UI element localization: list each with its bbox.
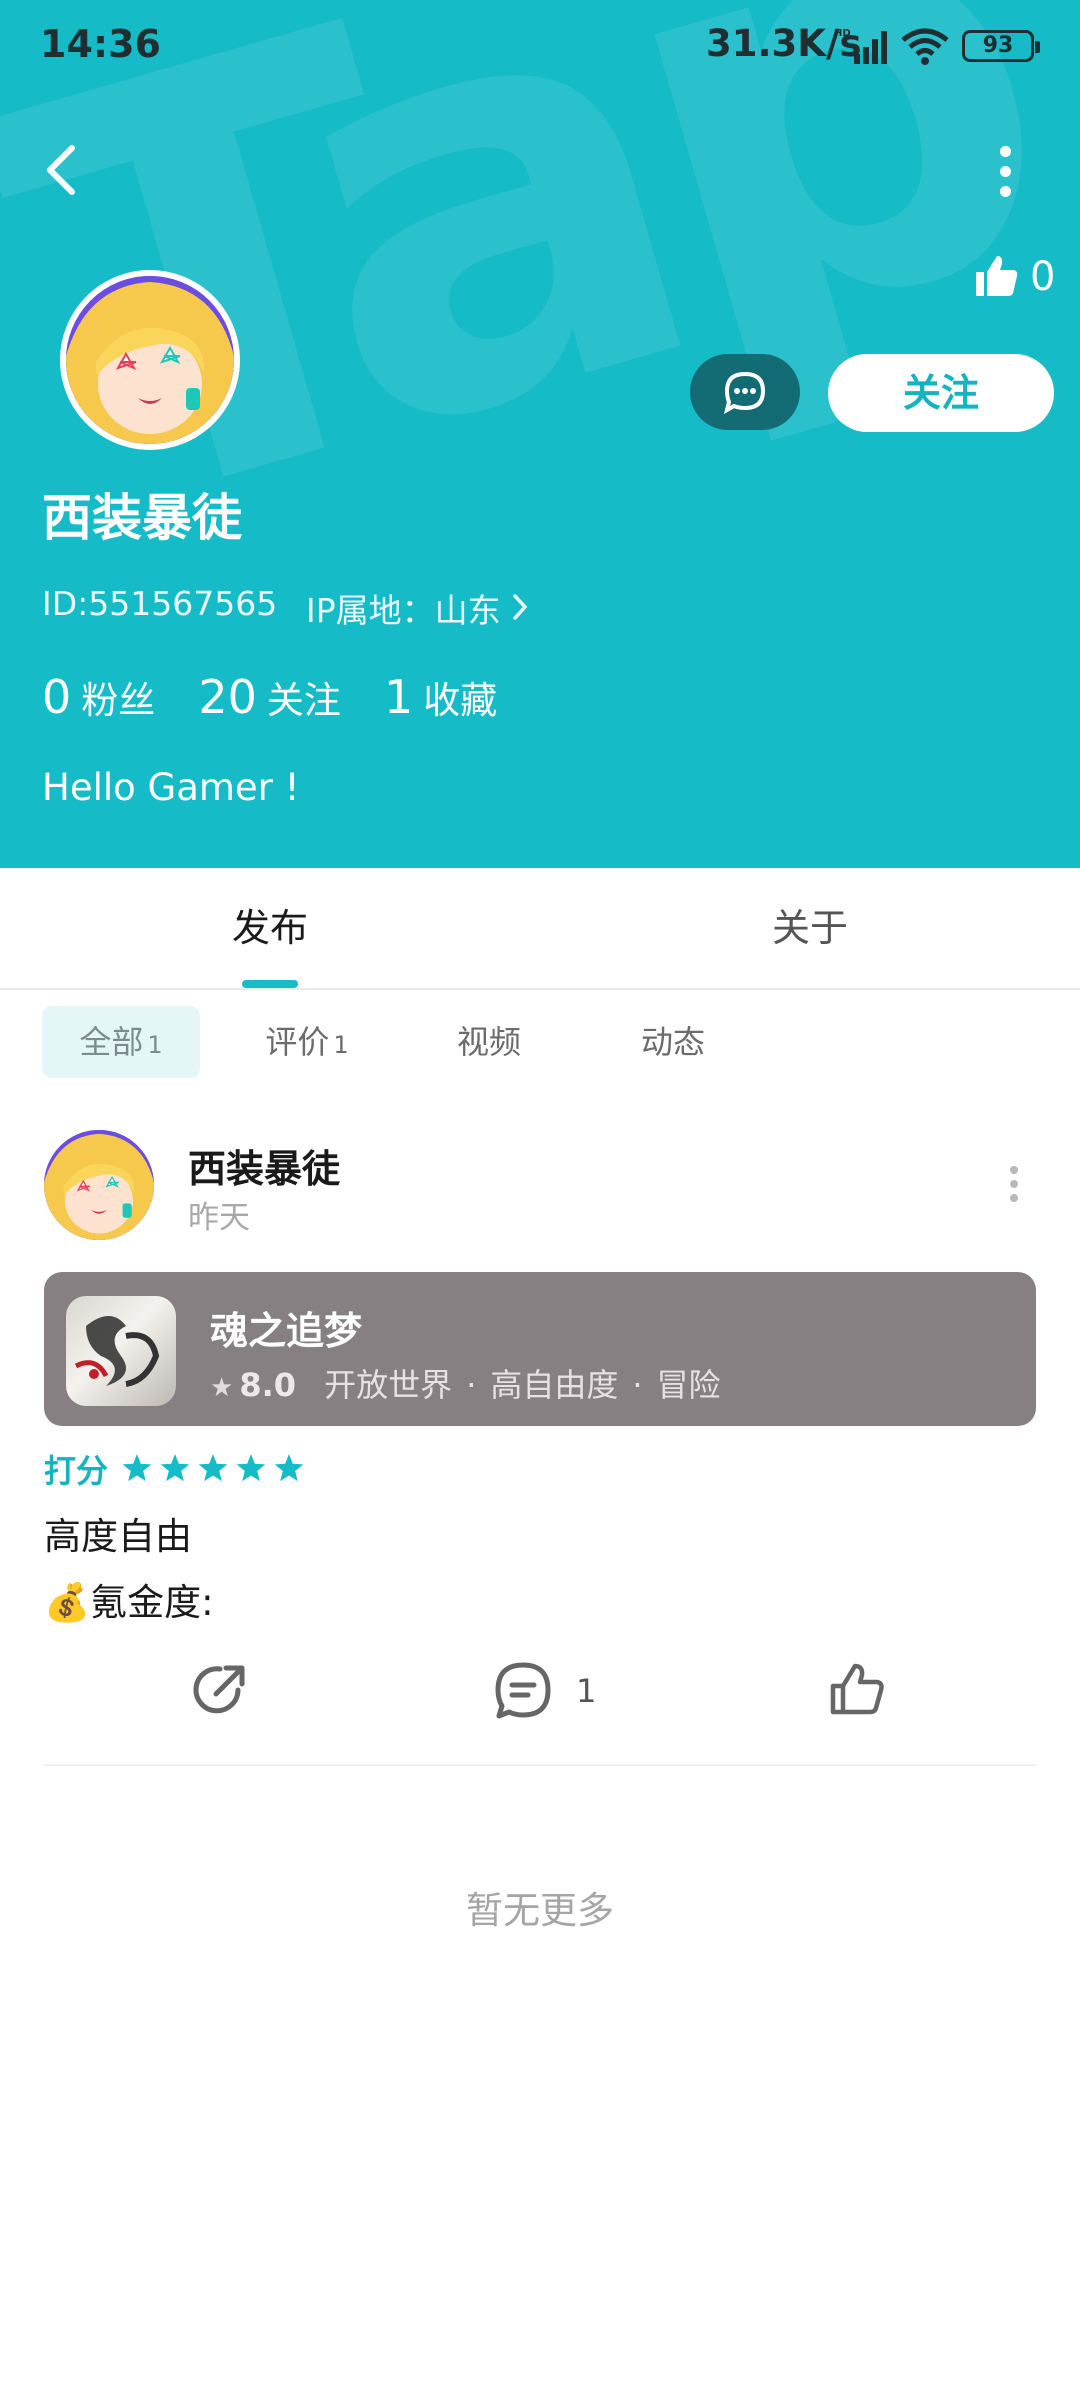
sub-tab-bar: 全部 1 评价 1 视频 动态 xyxy=(0,1006,1080,1078)
thumbs-up-icon xyxy=(976,256,1018,296)
game-title: 魂之追梦 xyxy=(210,1309,363,1353)
rating-star-icon xyxy=(198,1454,228,1482)
share-button[interactable] xyxy=(190,1660,260,1730)
share-icon xyxy=(193,1665,245,1714)
score-label: 打分 xyxy=(44,1452,109,1490)
status-time: 14:36 xyxy=(40,22,161,66)
stat-following[interactable]: 20 关注 xyxy=(198,670,341,724)
score-row: 打分 xyxy=(44,1446,319,1496)
post-more-options-icon[interactable] xyxy=(1004,1166,1024,1206)
avatar-illustration xyxy=(44,1130,154,1240)
game-rating: 8.0 xyxy=(239,1366,296,1404)
chevron-right-icon[interactable] xyxy=(510,592,530,622)
post-author-avatar[interactable] xyxy=(44,1130,154,1240)
rating-star-icon xyxy=(236,1454,266,1482)
battery-icon: 93 xyxy=(962,30,1040,62)
post-timestamp: 昨天 xyxy=(188,1200,250,1236)
svg-text:HD: HD xyxy=(834,28,851,39)
rating-star-icon xyxy=(122,1454,152,1482)
profile-like-button[interactable]: 0 xyxy=(972,248,1062,308)
profile-username: 西装暴徒 xyxy=(42,489,242,547)
follow-button[interactable]: 关注 xyxy=(828,354,1054,432)
game-icon xyxy=(66,1296,176,1406)
comment-button[interactable]: 1 xyxy=(492,1660,632,1730)
review-text-line: 💰氪金度: xyxy=(44,1581,214,1624)
stat-followers[interactable]: 0 粉丝 xyxy=(42,670,155,724)
subtab-reviews[interactable]: 评价 1 xyxy=(228,1006,386,1078)
profile-stats: 0 粉丝 20 关注 1 收藏 xyxy=(42,670,535,730)
main-tab-bar: 发布 关于 xyxy=(0,868,1080,990)
game-meta: ★ 8.0 开放世界 · 高自由度 · 冒险 xyxy=(210,1366,721,1404)
tab-about[interactable]: 关于 xyxy=(660,868,960,988)
rating-star-icon xyxy=(274,1454,304,1482)
game-tag: 高自由度 xyxy=(490,1366,619,1404)
tab-active-indicator xyxy=(242,980,298,988)
signal-icon: HD xyxy=(834,28,887,64)
thumbs-up-icon xyxy=(830,1663,884,1715)
chat-bubble-icon xyxy=(723,371,766,414)
message-button[interactable] xyxy=(690,354,800,430)
more-options-icon[interactable] xyxy=(990,140,1020,200)
post-actions: 1 xyxy=(44,1660,1036,1730)
game-card[interactable]: 魂之追梦 ★ 8.0 开放世界 · 高自由度 · 冒险 xyxy=(44,1272,1036,1426)
like-button[interactable] xyxy=(828,1660,898,1730)
profile-avatar[interactable] xyxy=(60,270,240,450)
profile-like-count: 0 xyxy=(1030,254,1056,300)
comment-count: 1 xyxy=(576,1672,597,1710)
tab-publish[interactable]: 发布 xyxy=(120,868,420,988)
post-divider xyxy=(44,1764,1036,1766)
review-text-line: 高度自由 xyxy=(44,1515,192,1558)
stat-favorites[interactable]: 1 收藏 xyxy=(384,670,497,724)
profile-user-id: ID:551567565 xyxy=(42,584,278,623)
avatar-illustration xyxy=(66,276,234,444)
score-stars xyxy=(122,1454,304,1482)
rating-star-icon xyxy=(160,1454,190,1482)
star-icon: ★ xyxy=(210,1373,234,1403)
profile-header: TapTap 14:36 31.3K/s HD 93 0 关注 西装暴徒 ID:… xyxy=(0,0,1080,868)
subtab-moments[interactable]: 动态 xyxy=(594,1006,752,1078)
subtab-all[interactable]: 全部 1 xyxy=(42,1006,200,1078)
post-author-name[interactable]: 西装暴徒 xyxy=(188,1138,340,1193)
game-tag: 开放世界 xyxy=(324,1366,453,1404)
profile-bio: Hello Gamer ! xyxy=(42,766,300,809)
back-arrow-icon[interactable] xyxy=(38,140,88,200)
profile-ip-location[interactable]: IP属地：山东 xyxy=(306,584,501,632)
no-more-text: 暂无更多 xyxy=(466,1889,614,1932)
subtab-videos[interactable]: 视频 xyxy=(410,1006,568,1078)
game-tag: 冒险 xyxy=(656,1366,721,1404)
wifi-icon xyxy=(901,28,949,65)
status-bar: 14:36 31.3K/s HD 93 xyxy=(0,0,1080,90)
comment-icon xyxy=(495,1662,551,1719)
